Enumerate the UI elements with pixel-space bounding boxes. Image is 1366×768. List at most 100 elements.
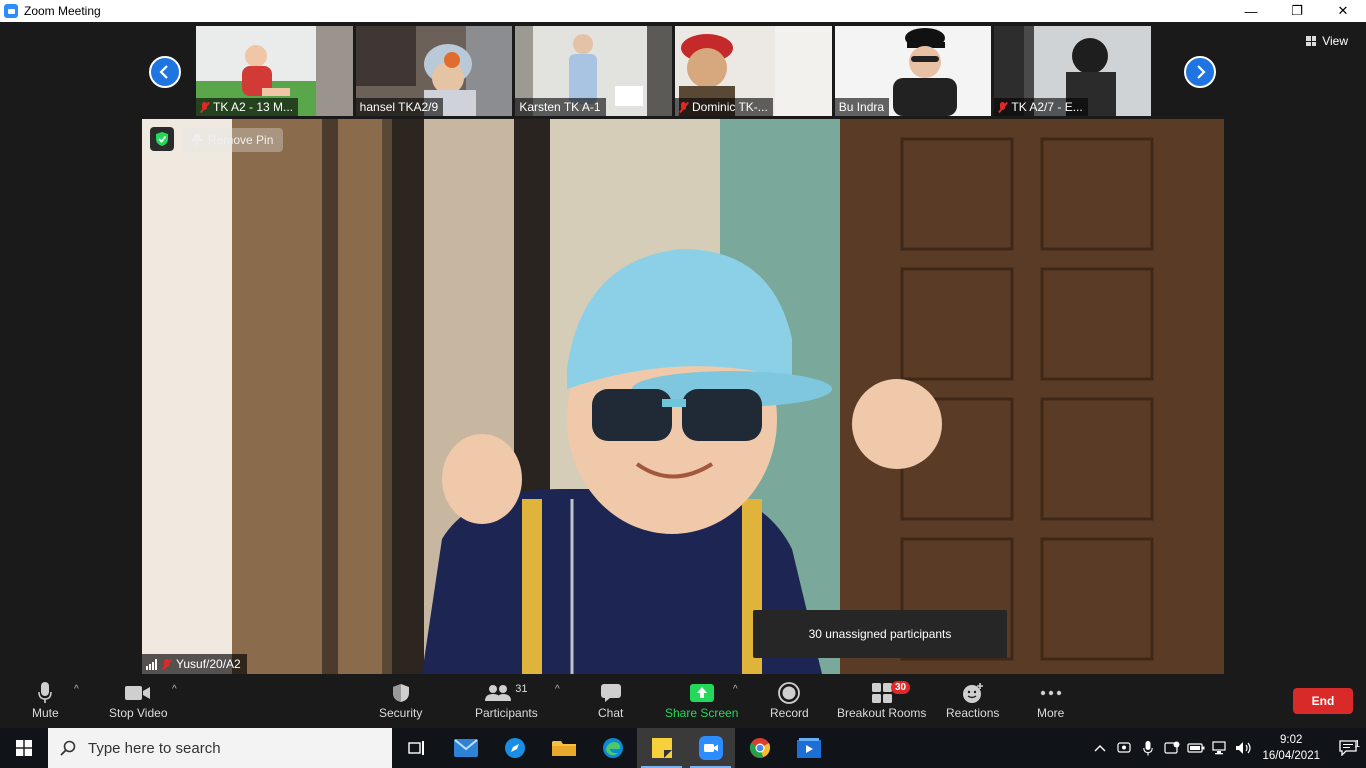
audio-options-caret[interactable]: ^ [74,684,79,695]
file-explorer-app[interactable] [539,728,588,768]
thumbnail-name-tag: TK A2/7 - E... [994,98,1088,116]
security-label: Security [379,706,423,720]
chrome-icon [749,738,770,758]
participant-thumbnail[interactable]: hansel TKA2/9 [355,26,513,116]
participant-thumbnail[interactable]: Bu Indra [834,26,992,116]
volume-tray-icon[interactable] [1232,741,1256,755]
title-bar: Zoom Meeting — ❐ ✕ [0,0,1366,22]
microphone-icon [38,682,53,703]
participant-thumbnail[interactable]: Karsten TK A-1 [515,26,673,116]
mute-label: Mute [32,706,59,720]
muted-mic-icon [162,658,171,670]
stop-video-button[interactable]: Stop Video [109,680,168,720]
share-screen-button[interactable]: Share Screen [665,680,738,720]
breakout-rooms-label: Breakout Rooms [837,706,927,720]
mail-app[interactable] [441,728,490,768]
webcam-icon [1117,742,1132,753]
end-meeting-button[interactable]: End [1293,688,1353,714]
reactions-button[interactable]: Reactions [946,680,999,720]
remove-pin-button[interactable]: Remove Pin [182,128,284,152]
show-hidden-icons-button[interactable] [1088,744,1112,752]
microphone-tray-icon[interactable] [1136,740,1160,756]
breakout-rooms-button[interactable]: Breakout Rooms [837,680,926,720]
participants-label: Participants [475,706,538,720]
pin-icon [192,134,202,146]
chrome-app[interactable] [735,728,784,768]
stop-video-label: Stop Video [109,706,168,720]
sticky-note-icon [651,738,672,758]
pinned-video[interactable]: Remove Pin 30 unassigned participants Yu… [142,119,1224,674]
more-label: More [1037,706,1065,720]
participant-name: Yusuf/20/A2 [176,657,241,671]
edge-icon [602,738,623,758]
window-title: Zoom Meeting [24,4,101,18]
speaker-icon [1236,742,1252,754]
compass-icon [504,738,525,758]
meeting-controls: Mute ^ Stop Video ^ Security 31 Particip… [0,676,1366,728]
thumbnail-name-tag: hansel TKA2/9 [355,98,444,116]
participant-thumbnail[interactable]: TK A2/7 - E... [994,26,1152,116]
participants-options-caret[interactable]: ^ [555,684,560,695]
task-view-icon [407,741,424,755]
video-options-caret[interactable]: ^ [172,684,177,695]
remove-pin-label: Remove Pin [208,133,274,147]
participants-button[interactable]: 31 Participants [475,680,538,720]
share-screen-label: Share Screen [665,706,739,720]
chat-button[interactable]: Chat [598,680,623,720]
thumbnail-name-tag: TK A2 - 13 M... [196,98,299,116]
camera-tray-icon[interactable] [1112,741,1136,755]
start-button[interactable] [0,728,48,768]
next-page-button[interactable] [1184,56,1216,88]
share-screen-icon [689,684,714,702]
clock-date: 16/04/2021 [1262,750,1320,762]
participant-thumbnail[interactable]: TK A2 - 13 M... [196,26,353,116]
more-button[interactable]: More [1037,680,1064,720]
clock-time: 9:02 [1280,734,1303,746]
participant-name: TK A2/7 - E... [1011,100,1083,114]
shield-check-icon [156,132,168,146]
defender-tray-icon[interactable] [1160,741,1184,755]
share-options-caret[interactable]: ^ [733,684,738,695]
previous-page-button[interactable] [149,56,181,88]
chat-bubble-icon [600,684,621,702]
action-center-button[interactable]: 1 [1330,739,1366,756]
record-icon [778,682,801,704]
breakout-tooltip-text: 30 unassigned participants [808,627,952,641]
taskbar-search[interactable]: Type here to search [48,728,392,768]
view-button[interactable]: View [1306,34,1348,48]
muted-mic-icon [200,101,209,113]
encryption-badge[interactable] [150,127,174,151]
minimize-button[interactable]: — [1228,0,1274,22]
zoom-taskbar-app[interactable] [686,728,735,768]
restore-button[interactable]: ❐ [1274,0,1320,22]
breakout-rooms-icon [871,683,892,703]
folder-icon [551,741,576,756]
chevron-up-icon [1094,745,1106,752]
thumbnail-strip: TK A2 - 13 M... hansel TKA2/9 Karsten TK… [196,26,1154,116]
sticky-notes-app[interactable] [637,728,686,768]
mute-button[interactable]: Mute [32,680,59,720]
chat-label: Chat [598,706,624,720]
windows-logo-icon [16,740,32,756]
meeting-area: TK A2 - 13 M... hansel TKA2/9 Karsten TK… [0,22,1366,728]
grid-view-icon [1306,36,1317,46]
microphone-icon [1143,740,1154,755]
browser-app[interactable] [490,728,539,768]
record-button[interactable]: Record [770,680,809,720]
security-button[interactable]: Security [379,680,422,720]
task-view-button[interactable] [392,728,441,768]
view-label: View [1322,34,1348,48]
battery-tray-icon[interactable] [1184,743,1208,753]
network-icon [1212,741,1227,755]
muted-mic-icon [998,101,1007,113]
video-feed [142,119,1224,674]
close-button[interactable]: ✕ [1320,0,1366,22]
zoom-app-icon [4,4,18,18]
participant-thumbnail[interactable]: Dominic TK-... [675,26,832,116]
edge-app[interactable] [588,728,637,768]
breakout-count-badge: 30 [891,681,911,694]
participant-name: TK A2 - 13 M... [213,100,294,114]
media-player-app[interactable] [784,728,833,768]
network-tray-icon[interactable] [1208,741,1232,755]
taskbar-clock[interactable]: 9:02 16/04/2021 [1262,732,1320,764]
